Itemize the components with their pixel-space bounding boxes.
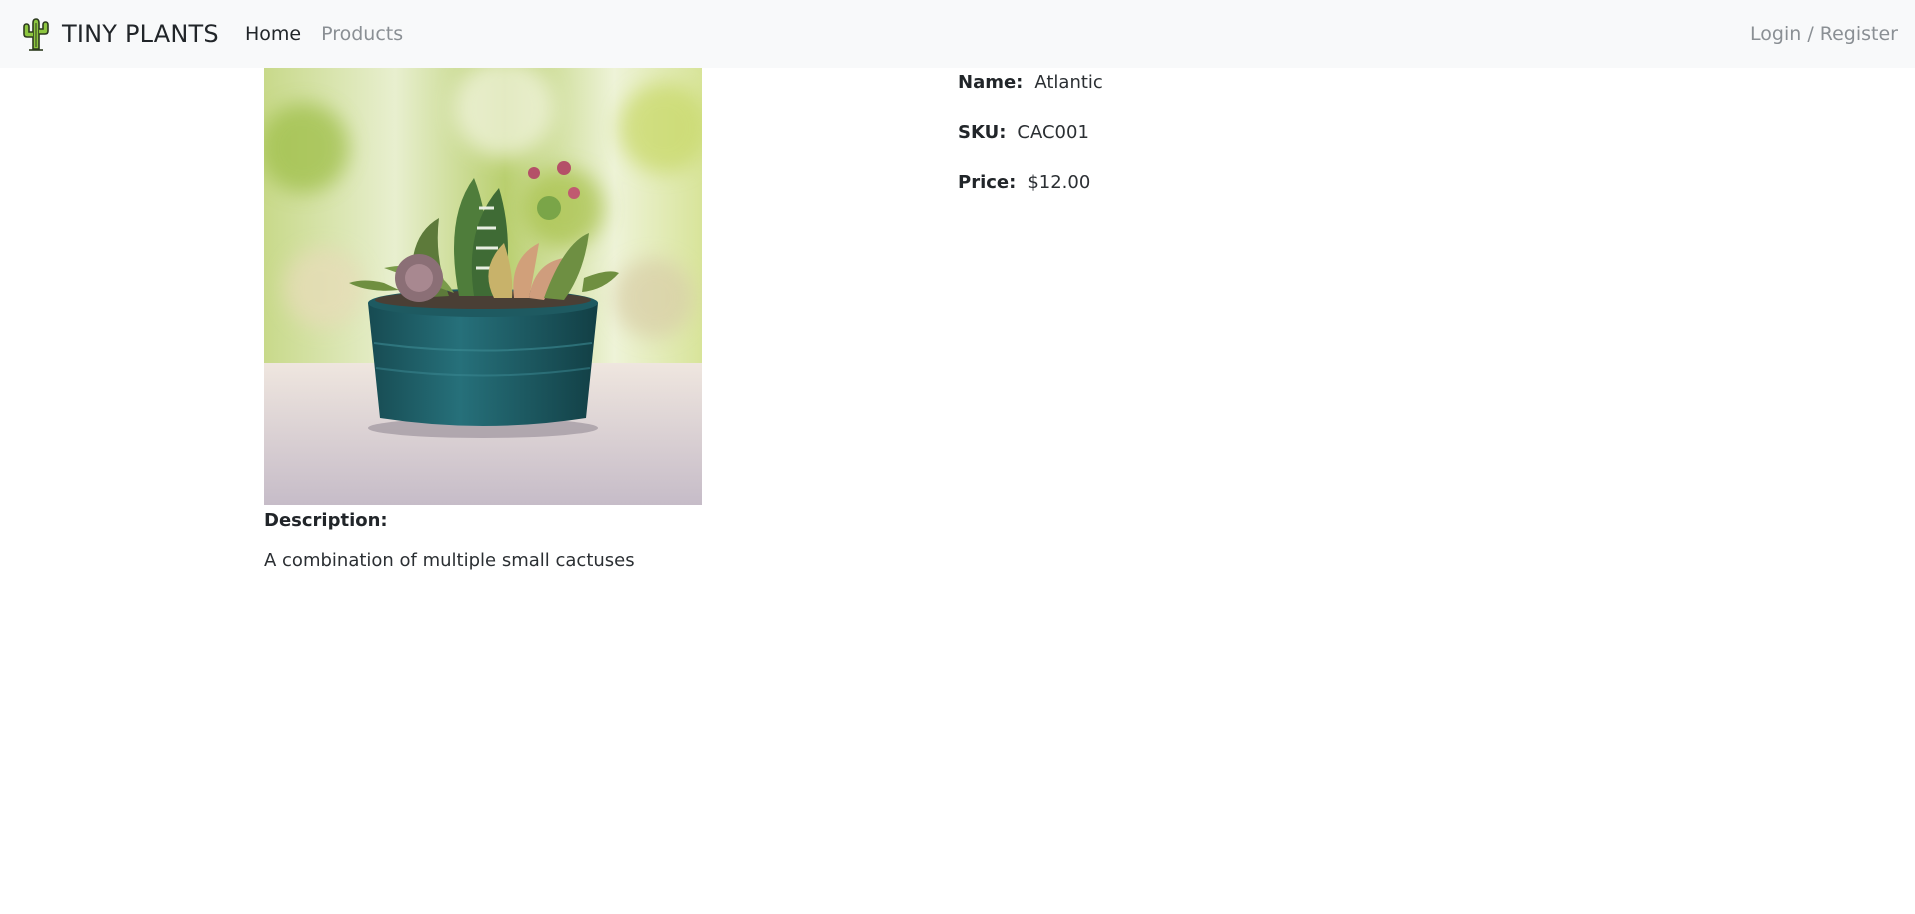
nav-home-link[interactable]: Home xyxy=(245,23,301,45)
top-navbar: TINY PLANTS Home Products Login / Regist… xyxy=(0,0,1915,68)
login-register-link[interactable]: Login / Register xyxy=(1750,0,1898,68)
nav-products-link[interactable]: Products xyxy=(321,23,403,45)
price-label: Price: xyxy=(958,172,1017,193)
brand-name: TINY PLANTS xyxy=(62,20,219,48)
product-description: A combination of multiple small cactuses xyxy=(264,550,635,571)
brand-link[interactable]: TINY PLANTS xyxy=(20,16,219,52)
product-image xyxy=(264,68,702,505)
product-name-row: Name: Atlantic xyxy=(958,72,1103,93)
cactus-icon xyxy=(23,18,49,51)
name-label: Name: xyxy=(958,72,1024,93)
product-name: Atlantic xyxy=(1034,72,1103,93)
description-label: Description: xyxy=(264,510,388,531)
product-price: $12.00 xyxy=(1027,172,1091,193)
product-sku: CAC001 xyxy=(1017,122,1089,143)
sku-label: SKU: xyxy=(958,122,1007,143)
product-sku-row: SKU: CAC001 xyxy=(958,122,1089,143)
product-price-row: Price: $12.00 xyxy=(958,172,1090,193)
main-nav: Home Products xyxy=(245,0,403,68)
